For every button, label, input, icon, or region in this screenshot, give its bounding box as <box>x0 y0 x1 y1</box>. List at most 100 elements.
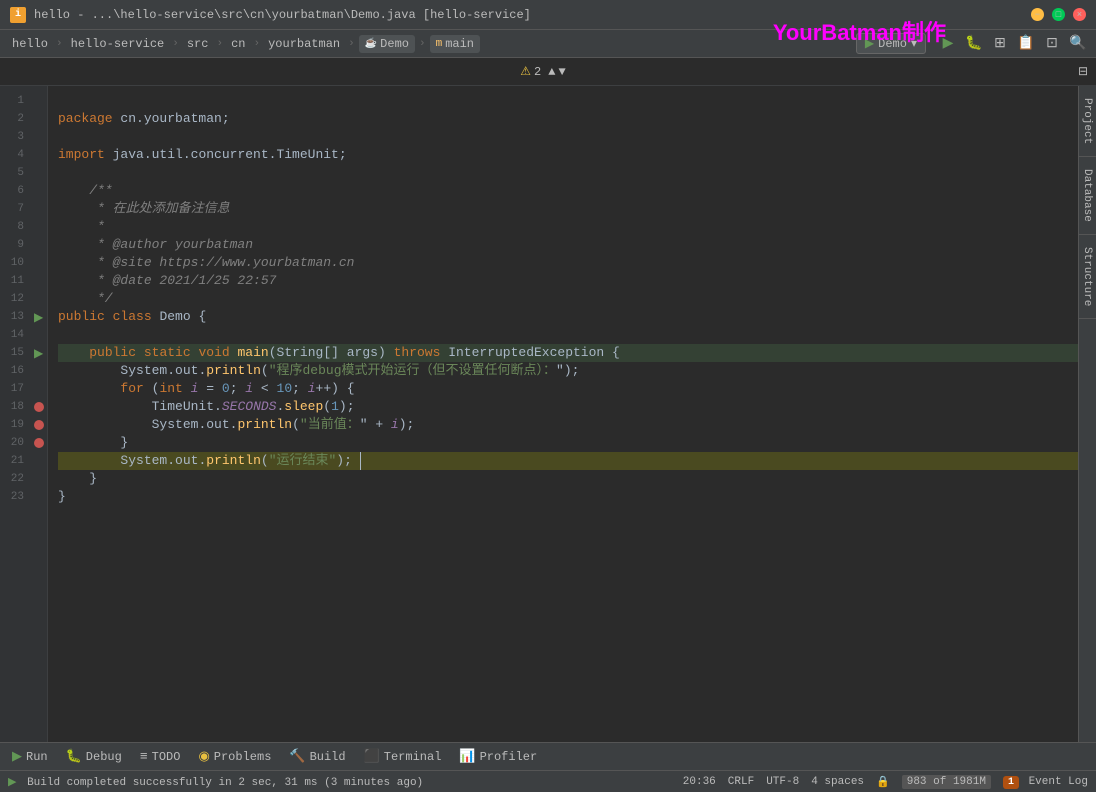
title-bar: i hello - ...\hello-service\src\cn\yourb… <box>0 0 1096 30</box>
status-time[interactable]: 20:36 <box>683 776 716 788</box>
run-btn-icon: ▶ <box>12 749 22 764</box>
search-icon2[interactable]: 🔍 <box>1068 35 1088 52</box>
gutter-row-20: 20 <box>0 434 47 452</box>
build-status-text: Build completed successfully in 2 sec, 3… <box>27 777 423 789</box>
nav-cn[interactable]: cn <box>227 35 249 53</box>
maximize-button[interactable]: □ <box>1052 8 1065 21</box>
profiler-label: Profiler <box>480 750 538 764</box>
code-line-18: TimeUnit.SECONDS.sleep(1); <box>58 398 1078 416</box>
code-line-11: * @date 2021/1/25 22:57 <box>58 272 1078 290</box>
gutter-row-12: 12 <box>0 290 47 308</box>
event-log-badge[interactable]: 1 Event Log <box>1003 776 1088 788</box>
status-indentation[interactable]: 4 spaces <box>811 776 864 788</box>
code-line-12: */ <box>58 290 1078 308</box>
fold-icon[interactable]: ⊟ <box>1078 64 1088 79</box>
nav-yourbatman[interactable]: yourbatman <box>264 35 344 53</box>
run-icon[interactable]: ▶ <box>938 35 958 52</box>
code-line-15: public static void main(String[] args) t… <box>58 344 1078 362</box>
gutter-row-17: 17 <box>0 380 47 398</box>
project-panel-tab[interactable]: Project <box>1079 86 1096 157</box>
breakpoint-19[interactable] <box>34 420 44 430</box>
code-line-1 <box>58 92 1078 110</box>
editor-header: ⚠ 2 ▲ ▼ ⊟ <box>0 58 1096 86</box>
code-line-9: * @author yourbatman <box>58 236 1078 254</box>
code-line-5 <box>58 164 1078 182</box>
warning-count: 2 <box>534 65 541 79</box>
bottom-toolbar: ▶ Run 🐛 Debug ≡ TODO ◉ Problems 🔨 Build … <box>0 742 1096 770</box>
code-line-21: System.out.println("运行结束"); <box>58 452 1078 470</box>
status-build-message: ▶ Build completed successfully in 2 sec,… <box>8 775 675 789</box>
nav-file-demo[interactable]: ☕ Demo <box>359 35 415 53</box>
nav-hello-service[interactable]: hello-service <box>67 35 169 53</box>
breakpoint-20[interactable] <box>34 438 44 448</box>
line-number-gutter: 1 2 3 4 5 6 7 8 9 10 11 12 13 ▶ 14 15 ▶ … <box>0 86 48 742</box>
gutter-row-19: 19 <box>0 416 47 434</box>
status-bar: ▶ Build completed successfully in 2 sec,… <box>0 770 1096 792</box>
gutter-row-16: 16 <box>0 362 47 380</box>
down-arrow[interactable]: ▼ <box>558 65 565 79</box>
run-arrow-13[interactable]: ▶ <box>34 310 43 325</box>
gutter-row-11: 11 <box>0 272 47 290</box>
nav-hello[interactable]: hello <box>8 35 52 53</box>
code-line-19: System.out.println("当前值：" + i); <box>58 416 1078 434</box>
nav-method-main[interactable]: m main <box>430 35 480 53</box>
code-line-17: for (int i = 0; i < 10; i++) { <box>58 380 1078 398</box>
code-line-22: } <box>58 470 1078 488</box>
terminal-btn-icon: ⬛ <box>364 749 380 764</box>
method-icon: m <box>436 38 443 50</box>
gutter-row-6: 6 <box>0 182 47 200</box>
gutter-row-14: 14 <box>0 326 47 344</box>
structure-panel-tab[interactable]: Structure <box>1079 235 1096 319</box>
window-controls: − □ × <box>1031 8 1086 21</box>
gutter-row-4: 4 <box>0 146 47 164</box>
run-arrow-15[interactable]: ▶ <box>34 346 43 361</box>
app-icon: i <box>10 7 26 23</box>
layout-icon[interactable]: ⊡ <box>1042 35 1062 52</box>
nav-bar: hello › hello-service › src › cn › yourb… <box>0 30 1096 58</box>
code-line-7: * 在此处添加备注信息 <box>58 200 1078 218</box>
breakpoint-18[interactable] <box>34 402 44 412</box>
status-memory[interactable]: 983 of 1981M <box>902 775 991 789</box>
status-right-items: 20:36 CRLF UTF-8 4 spaces 🔒 983 of 1981M… <box>683 775 1088 789</box>
gutter-row-2: 2 <box>0 110 47 128</box>
event-log-count: 1 <box>1003 776 1019 789</box>
profiler-btn-icon: 📊 <box>459 749 475 764</box>
code-line-13: public class Demo { <box>58 308 1078 326</box>
code-line-10: * @site https://www.yourbatman.cn <box>58 254 1078 272</box>
build-btn-icon: 🔨 <box>289 749 305 764</box>
lock-icon[interactable]: 🔒 <box>876 775 890 789</box>
close-button[interactable]: × <box>1073 8 1086 21</box>
gutter-row-5: 5 <box>0 164 47 182</box>
java-file-icon: ☕ <box>365 38 377 50</box>
code-line-20: } <box>58 434 1078 452</box>
code-line-14 <box>58 326 1078 344</box>
code-line-4: import java.util.concurrent.TimeUnit; <box>58 146 1078 164</box>
database-panel-tab[interactable]: Database <box>1079 157 1096 235</box>
gutter-row-3: 3 <box>0 128 47 146</box>
window-title: hello - ...\hello-service\src\cn\yourbat… <box>34 8 1031 22</box>
gutter-row-21: 21 <box>0 452 47 470</box>
code-editor[interactable]: package cn.yourbatman; import java.util.… <box>48 86 1078 742</box>
main-layout: 1 2 3 4 5 6 7 8 9 10 11 12 13 ▶ 14 15 ▶ … <box>0 86 1096 742</box>
gutter-row-15: 15 ▶ <box>0 344 47 362</box>
debug-icon[interactable]: 🐛 <box>964 35 984 52</box>
run-config-dropdown[interactable]: ▶ Demo ▾ <box>856 33 926 54</box>
code-line-24 <box>58 506 1078 524</box>
gutter-row-1: 1 <box>0 92 47 110</box>
status-encoding[interactable]: UTF-8 <box>766 776 799 788</box>
nav-src[interactable]: src <box>183 35 213 53</box>
minimize-button[interactable]: − <box>1031 8 1044 21</box>
warning-icon: ⚠ <box>520 64 531 79</box>
code-line-16: System.out.println("程序debug模式开始运行（但不设置任何… <box>58 362 1078 380</box>
code-line-2: package cn.yourbatman; <box>58 110 1078 128</box>
gutter-row-13: 13 ▶ <box>0 308 47 326</box>
coverage-icon[interactable]: ⊞ <box>990 35 1010 52</box>
code-line-3 <box>58 128 1078 146</box>
gutter-row-8: 8 <box>0 218 47 236</box>
gutter-row-18: 18 <box>0 398 47 416</box>
bookmark-icon[interactable]: 📋 <box>1016 35 1036 52</box>
debug-btn-icon: 🐛 <box>66 749 82 764</box>
up-arrow[interactable]: ▲ <box>548 65 555 79</box>
status-line-ending[interactable]: CRLF <box>728 776 754 788</box>
right-side-panels: Project Database Structure <box>1078 86 1096 742</box>
